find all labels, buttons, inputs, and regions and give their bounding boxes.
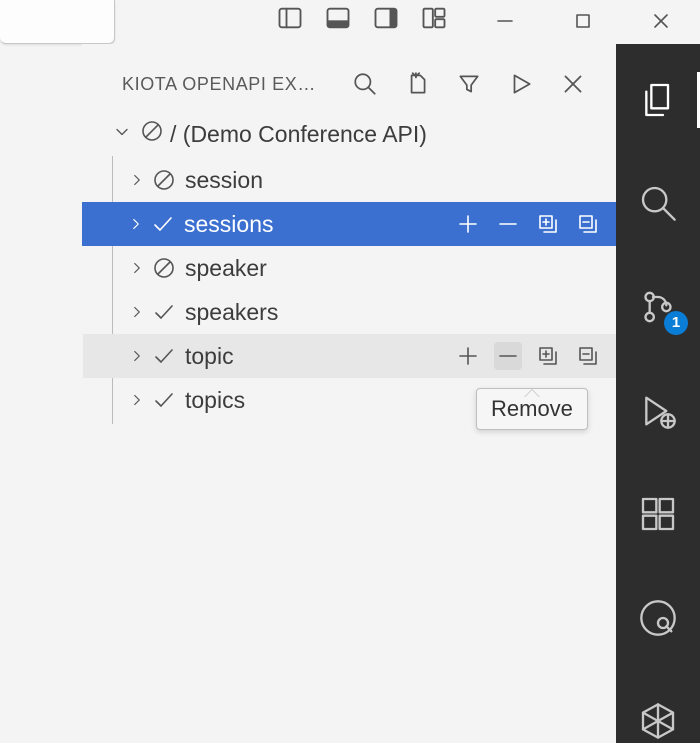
remove-icon[interactable] bbox=[494, 210, 522, 238]
close-panel-icon[interactable] bbox=[558, 69, 588, 99]
add-icon[interactable] bbox=[454, 210, 482, 238]
tree-item-speakers[interactable]: speakers bbox=[83, 290, 616, 334]
layout-customize-icon[interactable] bbox=[420, 4, 448, 37]
tree-item-label: topic bbox=[179, 343, 234, 370]
tree-item-label: speaker bbox=[179, 255, 267, 282]
source-control-badge: 1 bbox=[664, 311, 688, 335]
layout-sidebar-right-icon[interactable] bbox=[372, 4, 400, 37]
check-icon bbox=[149, 300, 179, 324]
tree-item-label: sessions bbox=[178, 211, 273, 238]
search-icon[interactable] bbox=[350, 69, 380, 99]
tab-stub[interactable] bbox=[0, 0, 115, 44]
circle-slash-icon bbox=[149, 168, 179, 192]
layout-panel-bottom-icon[interactable] bbox=[324, 4, 352, 37]
maximize-button[interactable] bbox=[566, 4, 600, 38]
filter-icon[interactable] bbox=[454, 69, 484, 99]
tree-item-label: speakers bbox=[179, 299, 278, 326]
collapse-all-icon[interactable] bbox=[574, 342, 602, 370]
remove-icon[interactable]: Remove bbox=[494, 342, 522, 370]
chevron-down-icon[interactable] bbox=[108, 121, 136, 148]
panel-title: KIOTA OPENAPI EX… bbox=[122, 74, 320, 95]
tree-item-topics[interactable]: topics bbox=[83, 378, 616, 422]
remote-icon[interactable] bbox=[636, 596, 680, 640]
chevron-right-icon[interactable] bbox=[125, 171, 149, 189]
expand-all-icon[interactable] bbox=[534, 210, 562, 238]
tree-root[interactable]: / (Demo Conference API) bbox=[82, 112, 616, 156]
close-window-button[interactable] bbox=[644, 4, 678, 38]
chevron-right-icon[interactable] bbox=[125, 391, 149, 409]
check-icon bbox=[148, 212, 178, 236]
tree-root-label: / (Demo Conference API) bbox=[170, 121, 427, 148]
layout-sidebar-left-icon[interactable] bbox=[276, 4, 304, 37]
collapse-all-icon[interactable] bbox=[574, 210, 602, 238]
explorer-icon[interactable] bbox=[636, 78, 680, 122]
expand-all-icon[interactable] bbox=[534, 342, 562, 370]
minimize-button[interactable] bbox=[488, 4, 522, 38]
check-icon bbox=[149, 344, 179, 368]
circle-slash-icon bbox=[149, 256, 179, 280]
source-control-icon[interactable]: 1 bbox=[636, 285, 680, 329]
circle-slash-icon bbox=[140, 119, 164, 149]
run-debug-icon[interactable] bbox=[636, 389, 680, 433]
chevron-right-icon[interactable] bbox=[125, 259, 149, 277]
tree-item-label: session bbox=[179, 167, 263, 194]
chevron-right-icon[interactable] bbox=[124, 215, 148, 233]
tree-item-label: topics bbox=[179, 387, 245, 414]
kiota-icon[interactable] bbox=[636, 699, 680, 743]
chevron-right-icon[interactable] bbox=[125, 347, 149, 365]
extensions-icon[interactable] bbox=[636, 492, 680, 536]
search-activity-icon[interactable] bbox=[636, 182, 680, 226]
chevron-right-icon[interactable] bbox=[125, 303, 149, 321]
add-icon[interactable] bbox=[454, 342, 482, 370]
check-icon bbox=[149, 388, 179, 412]
go-to-file-icon[interactable] bbox=[402, 69, 432, 99]
tree-item-session[interactable]: session bbox=[83, 158, 616, 202]
tree-item-speaker[interactable]: speaker bbox=[83, 246, 616, 290]
tree-item-topic[interactable]: topic Remove bbox=[83, 334, 616, 378]
tree-item-sessions[interactable]: sessions bbox=[82, 202, 616, 246]
run-icon[interactable] bbox=[506, 69, 536, 99]
